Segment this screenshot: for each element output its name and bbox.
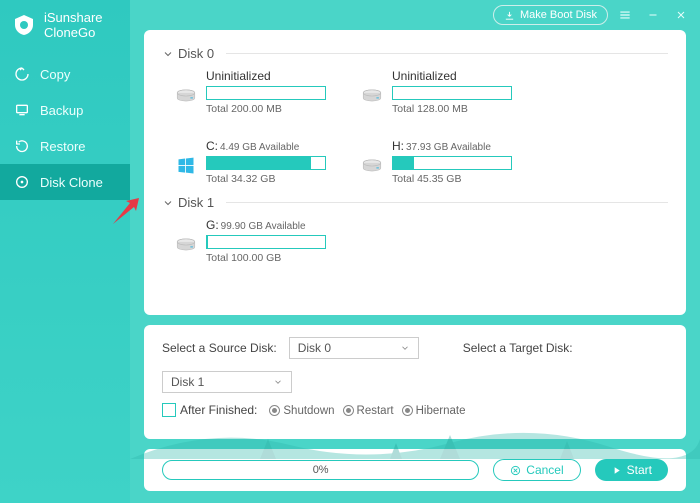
cancel-label: Cancel [526, 463, 563, 477]
target-disk-select[interactable]: Disk 1 [162, 371, 292, 393]
progress-text: 0% [313, 464, 329, 476]
after-radio-hibernate[interactable]: Hibernate [402, 405, 466, 417]
after-finished-checkbox[interactable]: After Finished: [162, 403, 257, 417]
minimize-button[interactable] [642, 4, 664, 26]
partition[interactable]: C:4.49 GB Available Total 34.32 GB [176, 139, 326, 185]
partition-total: Total 200.00 MB [206, 103, 326, 115]
make-boot-disk-button[interactable]: Make Boot Disk [493, 5, 608, 25]
disk-list-panel: Disk 0UninitializedTotal 200.00 MBUninit… [144, 30, 686, 315]
drive-icon [176, 85, 196, 107]
sidebar-item-restore[interactable]: Restore [0, 128, 130, 164]
disk-clone-icon [14, 174, 30, 190]
minimize-icon [647, 9, 659, 21]
partition-title: Uninitialized [392, 69, 512, 83]
sidebar-nav: Copy Backup Restore Disk Clone [0, 56, 130, 200]
close-button[interactable] [670, 4, 692, 26]
after-finished-label: After Finished: [180, 403, 257, 417]
drive-icon [362, 155, 382, 177]
sidebar-item-copy[interactable]: Copy [0, 56, 130, 92]
radio-icon [402, 405, 413, 416]
target-disk-value: Disk 1 [171, 375, 204, 389]
usage-bar [206, 235, 326, 249]
sidebar-item-label: Backup [40, 103, 83, 118]
backup-icon [14, 102, 30, 118]
brand-line1: iSunshare [44, 10, 103, 25]
partition-title: Uninitialized [206, 69, 326, 83]
usage-bar [206, 156, 326, 170]
partition-available: 99.90 GB Available [221, 221, 306, 232]
partition-total: Total 128.00 MB [392, 103, 512, 115]
target-disk-label: Select a Target Disk: [463, 341, 573, 355]
radio-icon [343, 405, 354, 416]
copy-icon [14, 66, 30, 82]
disk-name: Disk 0 [178, 46, 214, 61]
sidebar-item-label: Restore [40, 139, 86, 154]
brand: iSunshare CloneGo [0, 0, 130, 56]
progress-bar: 0% [162, 460, 479, 480]
partition[interactable]: H:37.93 GB Available Total 45.35 GB [362, 139, 512, 185]
action-bar: 0% Cancel Start [144, 449, 686, 491]
close-icon [675, 9, 687, 21]
play-icon [611, 465, 622, 476]
main-area: Make Boot Disk Disk 0 Uninitialized Total … [130, 0, 700, 503]
after-radio-restart[interactable]: Restart [343, 405, 394, 417]
partition-available: 4.49 GB Available [220, 142, 299, 153]
usage-bar [392, 156, 512, 170]
start-label: Start [627, 463, 652, 477]
make-boot-label: Make Boot Disk [520, 9, 597, 21]
after-radio-shutdown[interactable]: Shutdown [269, 405, 334, 417]
chevron-down-icon [162, 48, 174, 60]
source-disk-select[interactable]: Disk 0 [289, 337, 419, 359]
partition-total: Total 100.00 GB [206, 252, 326, 264]
menu-button[interactable] [614, 4, 636, 26]
source-disk-label: Select a Source Disk: [162, 341, 277, 355]
usage-bar [206, 86, 326, 100]
disk-header[interactable]: Disk 1 [162, 195, 668, 210]
disk-name: Disk 1 [178, 195, 214, 210]
download-icon [504, 10, 515, 21]
menu-icon [618, 8, 632, 22]
partition-total: Total 45.35 GB [392, 173, 512, 185]
brand-line2: CloneGo [44, 25, 103, 40]
chevron-down-icon [162, 197, 174, 209]
partition[interactable]: Uninitialized Total 200.00 MB [176, 69, 326, 115]
drive-icon [176, 234, 196, 256]
titlebar: Make Boot Disk [485, 0, 700, 30]
sidebar-item-label: Disk Clone [40, 175, 103, 190]
partition-title: H:37.93 GB Available [392, 139, 512, 153]
partition[interactable]: G:99.90 GB Available Total 100.00 GB [176, 218, 326, 264]
partition-available: 37.93 GB Available [406, 142, 491, 153]
partition[interactable]: Uninitialized Total 128.00 MB [362, 69, 512, 115]
chevron-down-icon [273, 377, 283, 387]
radio-icon [269, 405, 280, 416]
partition-title: C:4.49 GB Available [206, 139, 326, 153]
sidebar-item-backup[interactable]: Backup [0, 92, 130, 128]
options-panel: Select a Source Disk: Disk 0 Select a Ta… [144, 325, 686, 439]
start-button[interactable]: Start [595, 459, 668, 481]
cancel-icon [510, 465, 521, 476]
cancel-button[interactable]: Cancel [493, 459, 580, 481]
sidebar-item-disk-clone[interactable]: Disk Clone [0, 164, 130, 200]
drive-icon [362, 85, 382, 107]
partition-title: G:99.90 GB Available [206, 218, 326, 232]
disk-header[interactable]: Disk 0 [162, 46, 668, 61]
app-logo-icon [12, 13, 36, 37]
partition-total: Total 34.32 GB [206, 173, 326, 185]
source-disk-value: Disk 0 [298, 341, 331, 355]
restore-icon [14, 138, 30, 154]
usage-bar [392, 86, 512, 100]
windows-icon [176, 155, 196, 177]
sidebar: iSunshare CloneGo Copy Backup Restore Di… [0, 0, 130, 503]
sidebar-item-label: Copy [40, 67, 70, 82]
chevron-down-icon [400, 343, 410, 353]
checkbox-icon [162, 403, 176, 417]
